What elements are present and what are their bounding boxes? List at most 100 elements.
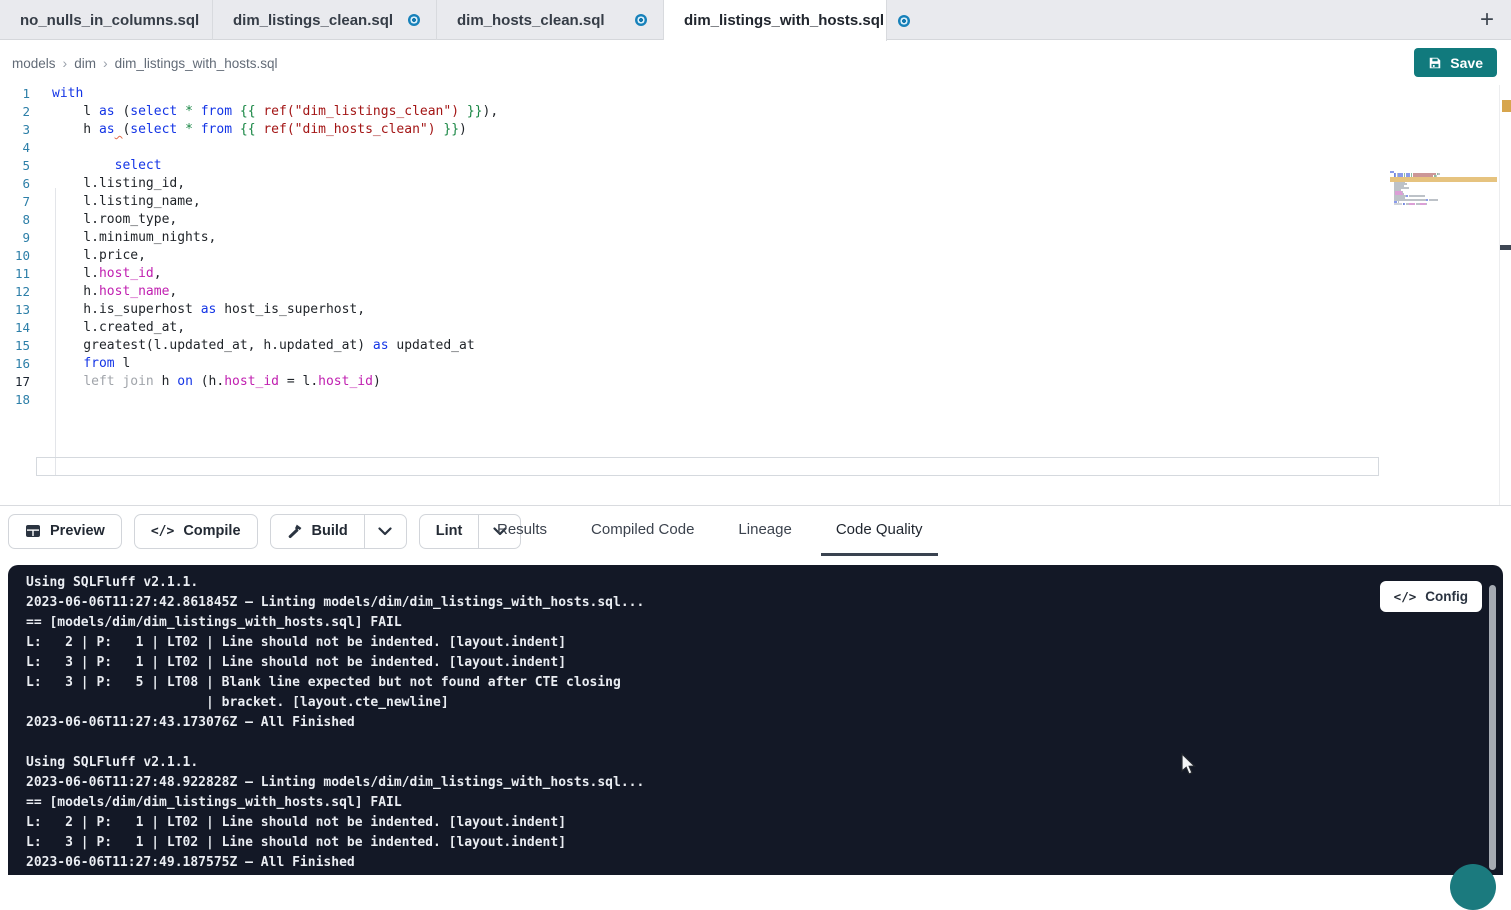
breadcrumb-item[interactable]: dim [74, 56, 96, 71]
build-button[interactable]: Build [271, 515, 364, 548]
save-icon [1428, 56, 1442, 70]
code-line: l.created_at, [52, 319, 498, 337]
code-token: as [99, 104, 115, 119]
code-token: , [169, 284, 177, 299]
code-editor[interactable]: 123456789101112131415161718 with l as (s… [0, 85, 1511, 505]
breadcrumb-separator: › [63, 55, 68, 71]
terminal-scrollbar[interactable] [1489, 585, 1496, 870]
code-token: on [177, 374, 193, 389]
code-token [177, 122, 185, 137]
code-token: l.minimum_nights, [52, 230, 216, 245]
minimap-segment [1406, 195, 1408, 197]
preview-button[interactable]: Preview [8, 514, 122, 549]
terminal-line: Using SQLFluff v2.1.1. [26, 573, 644, 593]
tab-dim_hosts_clean.sql[interactable]: dim_hosts_clean.sql [437, 0, 664, 40]
code-token: l.listing_name, [52, 194, 201, 209]
code-token: host_id [318, 374, 373, 389]
code-token: from [201, 104, 232, 119]
code-token: from [201, 122, 232, 137]
code-token: as [201, 302, 217, 317]
line-number: 2 [0, 103, 36, 121]
panel-tab-strip: Results Compiled Code Lineage Code Quality [482, 506, 952, 556]
overview-ruler [1499, 85, 1500, 505]
code-token: h.is_superhost [52, 302, 201, 317]
breadcrumb-item[interactable]: dim_listings_with_hosts.sql [115, 56, 278, 71]
tab-dim_listings_clean.sql[interactable]: dim_listings_clean.sql [213, 0, 437, 40]
tab-no_nulls_in_columns.sql[interactable]: no_nulls_in_columns.sql [0, 0, 213, 40]
file-header-bar: models›dim›dim_listings_with_hosts.sql S… [0, 41, 1511, 85]
code-line: h.is_superhost as host_is_superhost, [52, 301, 498, 319]
terminal-line: == [models/dim/dim_listings_with_hosts.s… [26, 613, 644, 633]
code-token [177, 104, 185, 119]
terminal-line: 2023-06-06T11:27:49.187575Z — All Finish… [26, 853, 644, 873]
lint-button[interactable]: Lint [420, 515, 479, 548]
panel-tab-results[interactable]: Results [482, 506, 562, 556]
lint-output-terminal[interactable]: Using SQLFluff v2.1.1. 2023-06-06T11:27:4… [8, 565, 1503, 875]
panel-tab-code-quality[interactable]: Code Quality [821, 506, 938, 556]
help-fab-button[interactable] [1450, 864, 1496, 910]
minimap-segment [1409, 195, 1425, 197]
save-button[interactable]: Save [1414, 48, 1497, 77]
code-token [52, 158, 115, 173]
panel-tab-compiled-code[interactable]: Compiled Code [576, 506, 709, 556]
build-split-button: Build [270, 514, 407, 549]
minimap-segment [1426, 199, 1428, 201]
build-dropdown-button[interactable] [364, 515, 406, 548]
action-bar: Preview </> Compile Build Lint Results Co… [0, 506, 1511, 556]
code-token: left join [83, 374, 153, 389]
line-number: 12 [0, 283, 36, 301]
code-token: ) [373, 374, 381, 389]
compile-button[interactable]: </> Compile [134, 514, 258, 549]
code-token [193, 122, 201, 137]
code-token: l.created_at, [52, 320, 185, 335]
code-token [232, 104, 240, 119]
code-token: l.listing_id, [52, 176, 185, 191]
build-label: Build [312, 523, 348, 539]
code-token [459, 104, 467, 119]
code-line: l.room_type, [52, 211, 498, 229]
code-token: host_is_superhost, [216, 302, 365, 317]
line-number: 6 [0, 175, 36, 193]
minimap-segment [1426, 203, 1427, 205]
breadcrumb-item[interactable]: models [12, 56, 56, 71]
code-token: * [185, 122, 193, 137]
code-token: h. [52, 284, 99, 299]
minimap-segment [1409, 203, 1415, 205]
tab-dim_listings_with_hosts.sql[interactable]: dim_listings_with_hosts.sql [664, 0, 887, 41]
code-line: l.minimum_nights, [52, 229, 498, 247]
code-token: with [52, 86, 83, 101]
breadcrumb: models›dim›dim_listings_with_hosts.sql [12, 41, 277, 85]
code-line: h as (select * from {{ ref("dim_hosts_cl… [52, 121, 498, 139]
current-line-highlight [36, 457, 1379, 476]
code-line: greatest(l.updated_at, h.updated_at) as … [52, 337, 498, 355]
line-number-gutter: 123456789101112131415161718 [0, 85, 36, 409]
unsaved-dot-icon [898, 15, 910, 27]
line-number: 15 [0, 337, 36, 355]
code-line: l.host_id, [52, 265, 498, 283]
line-number: 13 [0, 301, 36, 319]
code-token: as [373, 338, 389, 353]
terminal-line: L: 2 | P: 1 | LT02 | Line should not be … [26, 633, 644, 653]
new-tab-button[interactable]: + [1471, 4, 1503, 36]
editor-tab-strip: no_nulls_in_columns.sql dim_listings_clea… [0, 0, 1511, 40]
code-token: }} [467, 104, 483, 119]
plus-icon: + [1480, 6, 1494, 34]
line-number: 11 [0, 265, 36, 283]
minimap-segment [1394, 203, 1402, 205]
tab-label: no_nulls_in_columns.sql [20, 12, 199, 29]
panel-tab-lineage[interactable]: Lineage [723, 506, 806, 556]
code-token: as [99, 122, 115, 137]
terminal-output: Using SQLFluff v2.1.1. 2023-06-06T11:27:4… [26, 573, 644, 873]
tab-label: dim_listings_clean.sql [233, 12, 393, 29]
code-content[interactable]: with l as (select * from {{ ref("dim_lis… [52, 85, 498, 409]
code-line: l as (select * from {{ ref("dim_listings… [52, 103, 498, 121]
code-token: (h. [193, 374, 224, 389]
line-number: 16 [0, 355, 36, 373]
compile-label: Compile [183, 523, 240, 539]
code-token: greatest(l.updated_at, h.updated_at) [52, 338, 373, 353]
line-number: 1 [0, 85, 36, 103]
code-line: from l [52, 355, 498, 373]
code-token: host_name [99, 284, 169, 299]
config-button[interactable]: </> Config [1380, 581, 1482, 612]
code-token: = l. [279, 374, 318, 389]
